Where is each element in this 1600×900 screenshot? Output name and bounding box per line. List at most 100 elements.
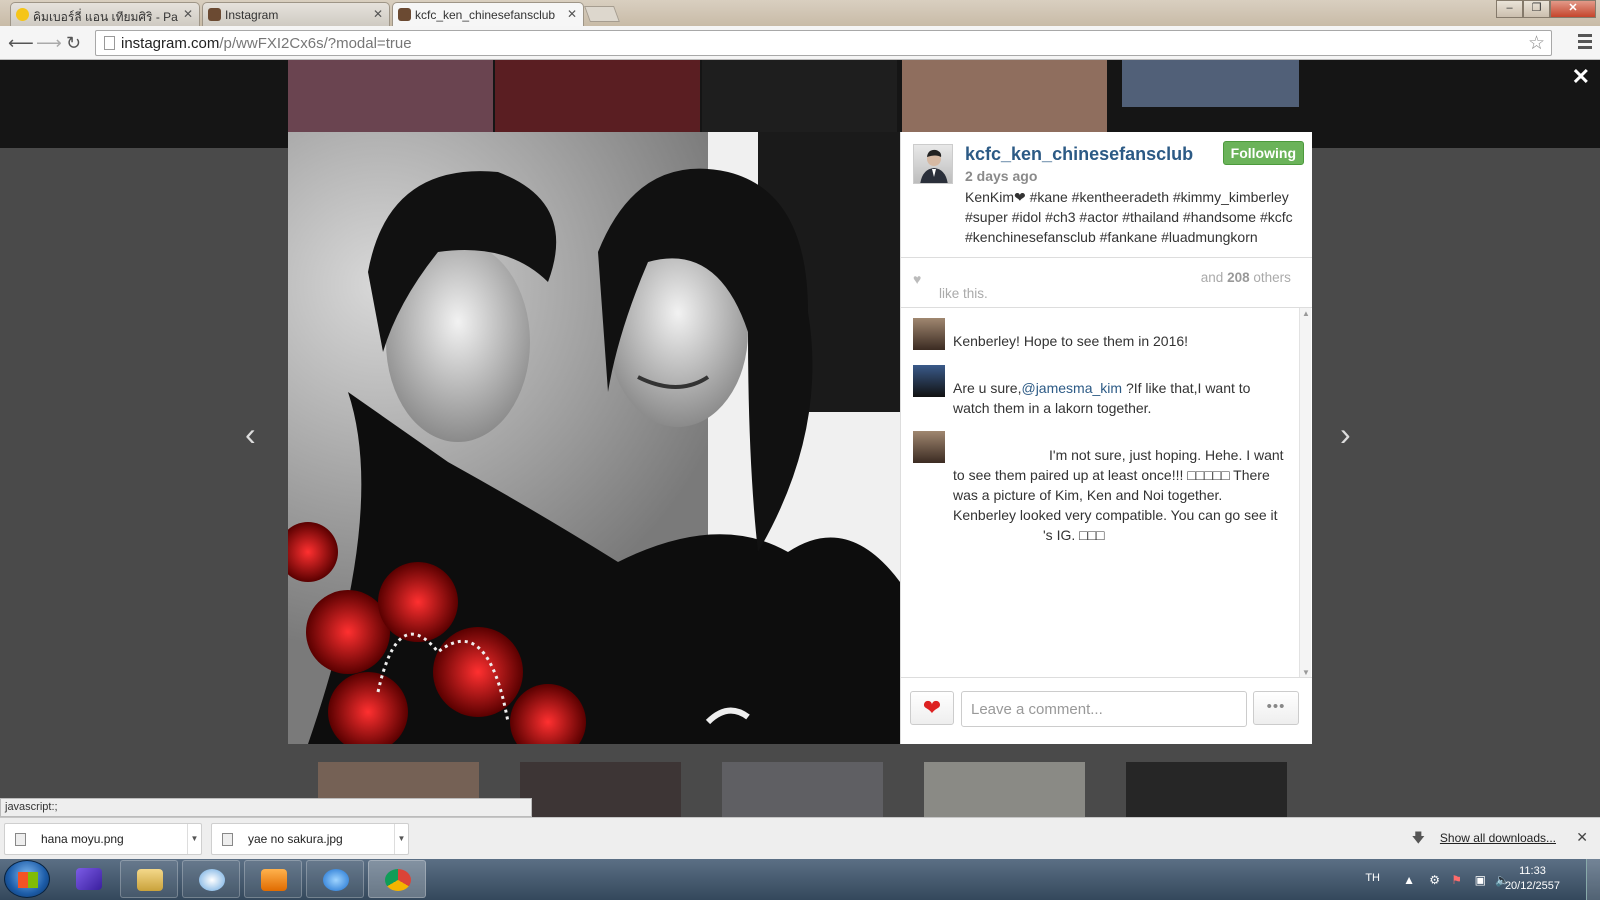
next-post-arrow-icon[interactable]: ›	[1340, 416, 1351, 453]
smiley-icon	[16, 8, 29, 21]
language-indicator[interactable]: TH	[1365, 872, 1380, 884]
previous-post-arrow-icon[interactable]: ‹	[245, 416, 256, 453]
close-tab-icon[interactable]: ✕	[183, 7, 193, 21]
windows-logo-icon	[18, 872, 38, 888]
background-thumbnail	[1126, 762, 1287, 817]
taskbar-app[interactable]	[60, 860, 118, 898]
monitor-icon[interactable]: ▣	[1475, 873, 1486, 887]
background-thumbnail	[520, 762, 681, 817]
close-modal-icon[interactable]: ✕	[1572, 64, 1590, 90]
network-icon[interactable]: ⚙	[1429, 873, 1440, 887]
likes-summary: ♥ and 208 others like this.	[901, 257, 1312, 307]
show-all-downloads-link[interactable]: Show all downloads...	[1440, 831, 1556, 845]
post-modal: kcfc_ken_chinesefansclub Following 2 day…	[288, 132, 1312, 744]
post-details-panel: kcfc_ken_chinesefansclub Following 2 day…	[900, 132, 1312, 744]
likes-tail: like this.	[939, 286, 988, 301]
show-desktop-button[interactable]	[1586, 859, 1600, 900]
chevron-down-icon[interactable]: ▼	[187, 824, 201, 854]
download-item[interactable]: hana moyu.png ▼	[4, 823, 202, 855]
tab-kcfc-active[interactable]: kcfc_ken_chinesefansclub ✕	[392, 2, 584, 27]
comments-scrollbar[interactable]: ▲ ▼	[1299, 308, 1311, 677]
instagram-icon	[208, 8, 221, 21]
heart-icon: ♥	[913, 271, 922, 287]
more-options-button[interactable]: •••	[1253, 691, 1299, 725]
like-button[interactable]: ❤	[910, 691, 954, 725]
taskbar-app[interactable]	[306, 860, 364, 898]
heart-icon: ❤	[922, 695, 942, 720]
close-shelf-icon[interactable]: ✕	[1576, 829, 1588, 846]
tray-expand-icon[interactable]: ▲	[1403, 873, 1415, 887]
couple-photo-illustration	[288, 132, 900, 744]
download-arrow-icon: 🡇	[1411, 830, 1425, 845]
minimize-icon[interactable]: –	[1496, 0, 1523, 18]
media-player-icon	[261, 869, 287, 891]
tab-facebook-page[interactable]: คิมเบอร์ลี่ แอน เทียมศิริ - Pa ✕	[10, 2, 200, 26]
explorer-folder-icon	[137, 869, 163, 891]
paint-icon	[199, 869, 225, 891]
likes-prefix: and	[1200, 270, 1224, 285]
commenter-avatar[interactable]	[913, 318, 945, 350]
instagram-page: ✕ ‹ › kcfc_ken_chinesefansclub Following…	[0, 60, 1600, 817]
download-item[interactable]: yae no sakura.jpg ▼	[211, 823, 409, 855]
file-icon	[222, 833, 233, 846]
taskbar-app[interactable]	[182, 860, 240, 898]
status-bar: javascript:;	[0, 798, 532, 817]
close-tab-icon[interactable]: ✕	[373, 7, 383, 21]
back-arrow-icon[interactable]: ⟵	[8, 32, 34, 54]
comment-text-part: I'm not sure, just hoping. Hehe. I want …	[953, 447, 1284, 523]
commenter-avatar[interactable]	[913, 431, 945, 463]
address-bar[interactable]: instagram.com/p/wwFXI2Cx6s/?modal=true ☆	[95, 30, 1552, 56]
background-thumbnail	[288, 60, 493, 132]
taskbar-app[interactable]	[120, 860, 178, 898]
chevron-down-icon[interactable]: ▼	[394, 824, 408, 854]
window-controls: – ❐ ✕	[1496, 0, 1596, 18]
windows-taskbar: TH ▲ ⚙ ⚑ ▣ 🔈 11:33 20/12/2557	[0, 859, 1600, 900]
instagram-icon	[398, 8, 411, 21]
comment-text: Are u sure,@jamesma_kim ?If like that,I …	[953, 378, 1288, 418]
flag-icon[interactable]: ⚑	[1451, 873, 1462, 887]
download-filename: yae no sakura.jpg	[248, 832, 343, 846]
background-thumbnail	[902, 60, 1107, 132]
comment-input[interactable]	[961, 691, 1247, 727]
taskbar-app[interactable]	[244, 860, 302, 898]
comment-composer: ❤ •••	[901, 677, 1312, 744]
scroll-up-icon[interactable]: ▲	[1302, 309, 1310, 318]
url-text[interactable]: instagram.com/p/wwFXI2Cx6s/?modal=true	[121, 35, 412, 52]
background-thumbnail	[495, 60, 700, 132]
mention-link[interactable]: @jamesma_kim	[1021, 380, 1122, 396]
chrome-icon	[385, 869, 411, 891]
tab-title: คิมเบอร์ลี่ แอน เทียมศิริ - Pa	[33, 10, 178, 24]
url-host: instagram.com	[121, 35, 220, 52]
file-icon	[15, 833, 26, 846]
tab-instagram[interactable]: Instagram ✕	[202, 2, 390, 26]
reload-icon[interactable]: ↻	[66, 32, 81, 54]
url-path: /p/wwFXI2Cx6s/?modal=true	[219, 35, 412, 52]
restore-icon[interactable]: ❐	[1523, 0, 1550, 18]
new-tab-button[interactable]	[584, 6, 620, 22]
avatar-image	[920, 149, 948, 183]
post-caption: KenKim❤ #kane #kentheeradeth #kimmy_kimb…	[965, 189, 1293, 245]
background-thumbnail	[722, 762, 883, 817]
likes-suffix: others	[1253, 270, 1291, 285]
following-button[interactable]: Following	[1222, 141, 1304, 165]
window-close-icon[interactable]: ✕	[1550, 0, 1596, 18]
likes-count-link[interactable]: 208	[1227, 270, 1250, 285]
post-timestamp[interactable]: 2 days ago	[965, 168, 1037, 184]
clock-date: 20/12/2557	[1504, 880, 1560, 892]
background-thumbnail	[924, 762, 1085, 817]
clock[interactable]: 11:33 20/12/2557	[1505, 864, 1560, 894]
clock-time: 11:33	[1519, 865, 1546, 877]
tab-title: kcfc_ken_chinesefansclub	[415, 8, 556, 22]
profile-avatar[interactable]	[913, 144, 953, 184]
bookmark-star-icon[interactable]: ☆	[1528, 32, 1545, 55]
post-username-link[interactable]: kcfc_ken_chinesefansclub	[965, 144, 1193, 165]
close-tab-icon[interactable]: ✕	[567, 7, 577, 21]
start-button[interactable]	[4, 860, 50, 898]
visual-studio-icon	[76, 868, 102, 890]
hamburger-menu-icon[interactable]	[1578, 34, 1592, 52]
taskbar-app-active[interactable]	[368, 860, 426, 898]
forward-arrow-icon[interactable]: ⟶	[36, 32, 62, 54]
scroll-down-icon[interactable]: ▼	[1302, 668, 1310, 677]
commenter-avatar[interactable]	[913, 365, 945, 397]
internet-explorer-icon	[323, 869, 349, 891]
